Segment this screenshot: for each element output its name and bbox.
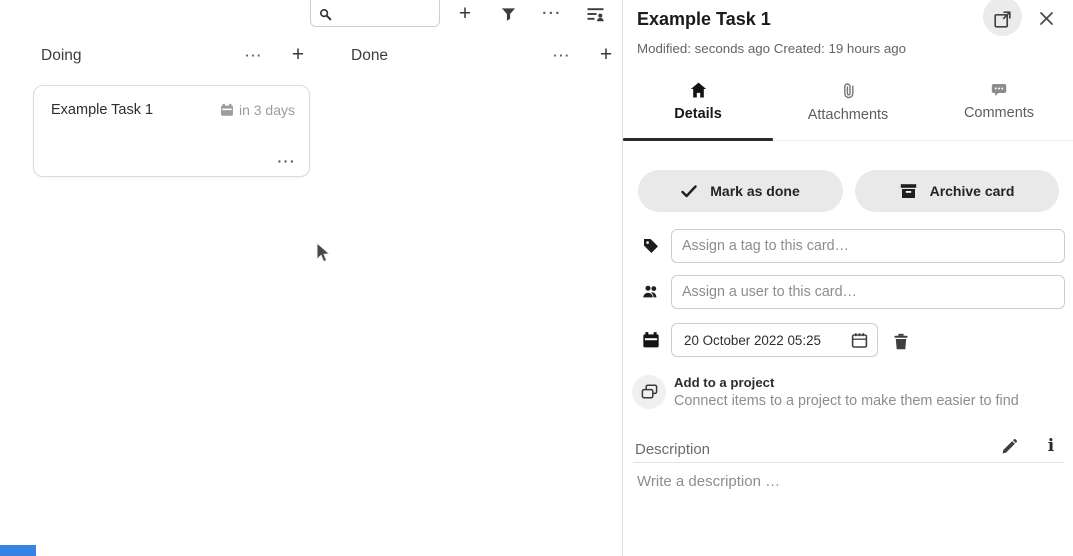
board-more-button[interactable]: ··· [541, 3, 563, 25]
app-window: + ··· Doing ··· + Done [0, 0, 1073, 556]
due-date-field[interactable]: 20 October 2022 05:25 [671, 323, 878, 357]
mark-as-done-label: Mark as done [710, 183, 799, 199]
calendar-icon [642, 331, 660, 349]
more-dots-icon: ··· [245, 51, 263, 61]
more-dots-icon: ··· [553, 51, 571, 61]
tab-comments-label: Comments [964, 105, 1034, 121]
archive-box-icon [900, 183, 917, 199]
projects-icon [641, 384, 658, 400]
card-title: Example Task 1 [51, 102, 153, 118]
tab-attachments-label: Attachments [808, 107, 889, 123]
archive-card-label: Archive card [930, 183, 1015, 199]
tag-icon [642, 237, 660, 255]
column-title-done: Done [351, 47, 388, 65]
task-card[interactable]: Example Task 1 in 3 days ··· [33, 85, 310, 177]
plus-icon: + [292, 45, 304, 65]
add-to-project-button[interactable] [632, 375, 666, 409]
accent-corner-bar [0, 545, 36, 556]
comment-bubble-icon [991, 82, 1007, 97]
plus-icon: + [459, 4, 471, 24]
add-to-project-subtitle: Connect items to a project to make them … [674, 393, 1019, 409]
column-title-doing: Doing [41, 47, 82, 65]
calendar-picker-icon[interactable] [851, 332, 868, 349]
card-due-date: in 3 days [220, 102, 295, 118]
due-date-value: 20 October 2022 05:25 [684, 333, 821, 348]
board-options-button[interactable] [584, 3, 606, 25]
kanban-board: + ··· Doing ··· + Done [0, 0, 622, 556]
list-user-icon [587, 7, 604, 22]
card-due-label: in 3 days [239, 102, 295, 118]
card-detail-panel: Example Task 1 Modified: seconds ago Cre… [622, 0, 1073, 556]
pencil-icon [1001, 439, 1017, 455]
filter-button[interactable] [497, 3, 519, 25]
check-icon [681, 185, 697, 198]
description-placeholder[interactable]: Write a description … [637, 473, 780, 490]
home-icon [690, 82, 707, 98]
more-dots-icon: ··· [542, 9, 562, 19]
trash-icon [893, 333, 909, 350]
panel-meta: Modified: seconds ago Created: 19 hours … [637, 41, 906, 56]
tab-comments[interactable]: Comments [924, 82, 1073, 140]
external-link-icon [994, 11, 1011, 28]
more-dots-icon: ··· [278, 156, 297, 166]
popout-button[interactable] [983, 0, 1022, 36]
mark-as-done-button[interactable]: Mark as done [638, 170, 843, 212]
active-tab-underline [623, 138, 773, 141]
info-icon[interactable]: i [1040, 434, 1062, 458]
tab-details-label: Details [674, 106, 722, 122]
tab-attachments[interactable]: Attachments [773, 82, 923, 140]
assign-tag-input[interactable] [671, 229, 1065, 263]
description-label: Description [635, 441, 710, 458]
column-done-more-button[interactable]: ··· [550, 45, 574, 67]
column-done-add-button[interactable]: + [594, 44, 618, 66]
search-icon [319, 8, 332, 21]
assign-user-input[interactable] [671, 275, 1065, 309]
column-doing-more-button[interactable]: ··· [242, 45, 266, 67]
search-input-wrapper[interactable] [310, 0, 440, 27]
add-card-button[interactable]: + [454, 3, 476, 25]
panel-title: Example Task 1 [637, 9, 771, 30]
users-icon [642, 284, 660, 302]
tab-details[interactable]: Details [623, 82, 773, 140]
calendar-icon [220, 103, 234, 117]
archive-card-button[interactable]: Archive card [855, 170, 1059, 212]
close-icon[interactable] [1035, 7, 1057, 29]
description-divider [633, 462, 1064, 463]
add-to-project-title: Add to a project [674, 375, 774, 390]
filter-funnel-icon [501, 7, 516, 22]
delete-due-date-button[interactable] [889, 329, 913, 353]
plus-icon: + [600, 45, 612, 65]
edit-description-button[interactable] [998, 436, 1020, 458]
mouse-cursor [316, 242, 332, 264]
paperclip-icon [842, 82, 855, 99]
search-input[interactable] [335, 1, 435, 23]
card-more-button[interactable]: ··· [278, 156, 297, 166]
column-doing-add-button[interactable]: + [286, 44, 310, 66]
